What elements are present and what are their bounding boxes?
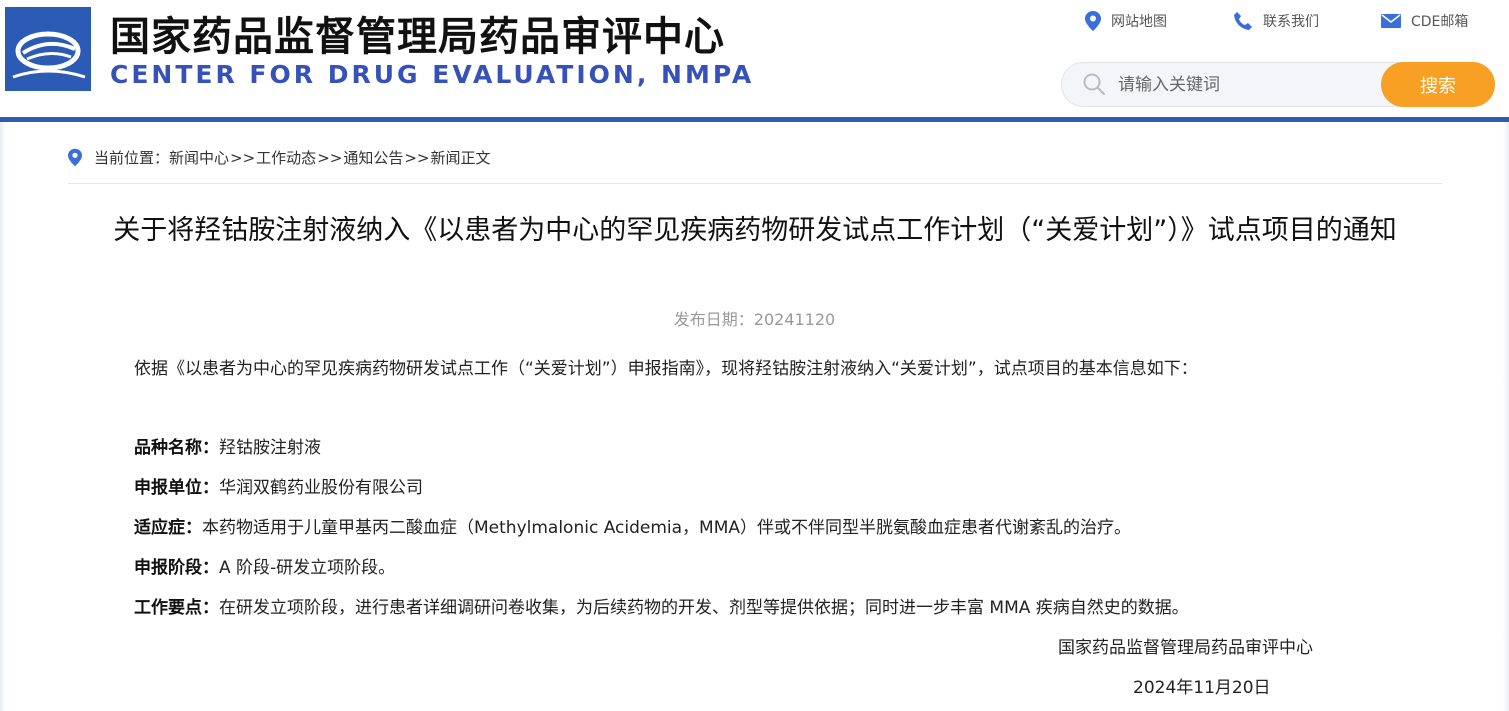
header-divider-bar [0,117,1509,122]
field-value: 本药物适用于儿童甲基丙二酸血症（Methylmalonic Acidemia，M… [202,518,1132,538]
cde-mail-link-label: CDE邮箱 [1411,14,1469,30]
location-pin-icon [1085,11,1101,31]
breadcrumb-current: 新闻正文 [430,149,491,167]
breadcrumb-announcements[interactable]: 通知公告 [343,147,403,168]
field-value: 羟钴胺注射液 [219,438,321,458]
field-label: 适应症： [134,518,202,538]
field-applicant: 申报单位：华润双鹤药业股份有限公司 [134,473,423,498]
sitemap-link[interactable]: 网站地图 [1085,10,1167,32]
publish-date-label: 发布日期： [673,310,754,329]
field-label: 品种名称： [134,438,219,458]
article-intro: 依据《以患者为中心的罕见疾病药物研发试点工作（“关爱计划”）申报指南》，现将羟钴… [134,359,1198,379]
logo-emblem-icon [12,31,86,79]
field-stage: 申报阶段：A 阶段-研发立项阶段。 [134,553,395,578]
cde-logo[interactable] [5,7,91,91]
field-key-points: 工作要点：在研发立项阶段，进行患者详细调研问卷收集，为后续药物的开发、剂型等提供… [134,593,1189,618]
cde-mail-link[interactable]: CDE邮箱 [1381,10,1468,32]
breadcrumb: 当前位置： 新闻中心 >> 工作动态 >> 通知公告 >> 新闻正文 [68,147,491,168]
publish-date: 发布日期：20241120 [0,306,1509,330]
breadcrumb-prefix: 当前位置： [94,149,170,167]
search-bar: 搜索 [1061,62,1495,107]
publish-date-value: 20241120 [753,310,836,329]
breadcrumb-separator: >> [230,148,256,167]
search-icon [1083,73,1106,96]
contact-link-label: 联系我们 [1263,14,1319,30]
left-edge-shadow [0,122,6,711]
breadcrumb-divider [68,183,1442,184]
search-button[interactable]: 搜索 [1381,62,1495,107]
phone-icon [1234,12,1252,30]
field-label: 申报阶段： [134,558,219,578]
breadcrumb-news-center[interactable]: 新闻中心 [169,147,229,168]
breadcrumb-separator: >> [317,148,343,167]
search-input[interactable] [1116,69,1380,101]
breadcrumb-separator: >> [404,148,430,167]
field-value: 在研发立项阶段，进行患者详细调研问卷收集，为后续药物的开发、剂型等提供依据；同时… [219,598,1189,618]
right-edge-shadow [1503,122,1509,711]
site-title-en: CENTER FOR DRUG EVALUATION, NMPA [110,60,755,89]
sitemap-link-label: 网站地图 [1111,14,1167,30]
article-title: 关于将羟钴胺注射液纳入《以患者为中心的罕见疾病药物研发试点工作计划（“关爱计划”… [113,215,1397,246]
field-indication: 适应症：本药物适用于儿童甲基丙二酸血症（Methylmalonic Acidem… [134,513,1131,538]
field-value: A 阶段-研发立项阶段。 [219,558,396,578]
signature-organization: 国家药品监督管理局药品审评中心 [1058,638,1313,658]
contact-link[interactable]: 联系我们 [1233,10,1319,32]
field-value: 华润双鹤药业股份有限公司 [219,478,423,498]
site-header: 国家药品监督管理局药品审评中心 CENTER FOR DRUG EVALUATI… [0,0,1509,117]
field-product-name: 品种名称：羟钴胺注射液 [134,433,321,458]
field-label: 申报单位： [134,478,219,498]
mail-icon [1381,14,1401,28]
breadcrumb-work-updates[interactable]: 工作动态 [256,147,316,168]
location-pin-icon [68,148,82,167]
signature-date: 2024年11月20日 [1133,678,1271,698]
field-label: 工作要点： [134,598,219,618]
site-title-cn: 国家药品监督管理局药品审评中心 [110,14,725,60]
